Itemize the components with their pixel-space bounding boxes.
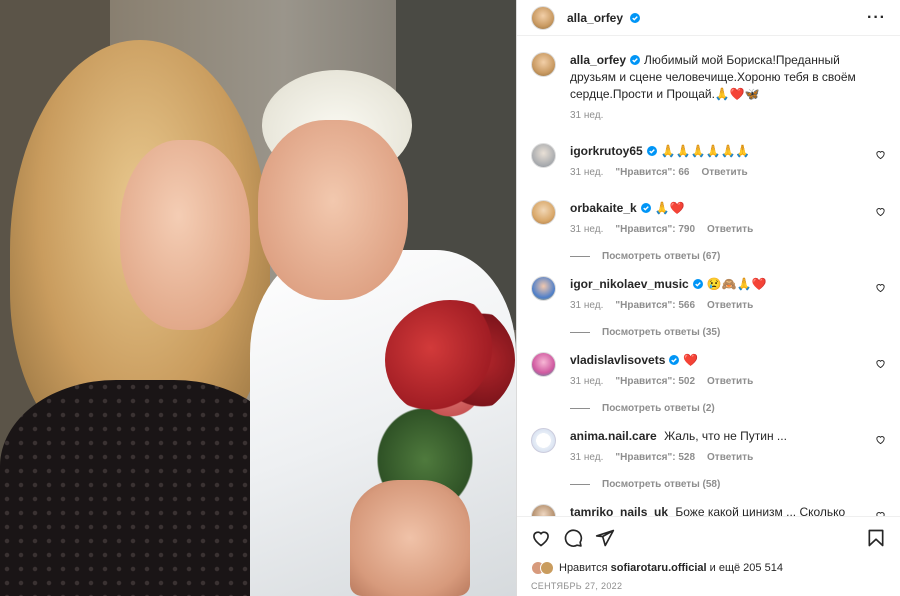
like-comment-heart-icon[interactable] [875, 434, 886, 445]
comment-item: tamriko_nails_uk Боже какой цинизм ... С… [531, 504, 886, 516]
comment-time[interactable]: 31 нед. [570, 452, 603, 463]
comment-text: 🙏❤️ [654, 201, 685, 215]
comment-item: anima.nail.care Жаль, что не Путин ... 3… [531, 428, 886, 463]
hand [350, 480, 470, 596]
comment-text: ❤️ [683, 353, 699, 367]
view-replies-label: Посмотреть ответы (67) [602, 251, 721, 262]
man-face [258, 120, 408, 300]
comment-text: Боже какой цинизм ... Сколько [675, 505, 846, 516]
comment-item: orbakaite_k 🙏❤️ 31 нед. "Нравится": 790 Отв… [531, 200, 886, 235]
avatar[interactable] [531, 143, 556, 168]
view-replies-button[interactable]: Посмотреть ответы (58) [570, 479, 886, 490]
comment-username[interactable]: vladislavlisovets [570, 353, 665, 367]
reply-button[interactable]: Ответить [707, 376, 753, 387]
verified-badge-icon [640, 203, 651, 213]
divider [570, 332, 590, 333]
comment-time[interactable]: 31 нед. [570, 167, 603, 178]
caption-username[interactable]: alla_orfey [570, 53, 626, 67]
action-bar [531, 525, 886, 551]
comment-username[interactable]: orbakaite_k [570, 201, 637, 215]
post-date[interactable]: СЕНТЯБРЬ 27, 2022 [531, 581, 886, 591]
comment-item: vladislavlisovets ❤️ 31 нед. "Нравится": 5… [531, 352, 886, 387]
comment-username[interactable]: anima.nail.care [570, 429, 657, 443]
comment-likes[interactable]: "Нравится": 790 [615, 224, 695, 235]
likes-text: Нравится sofiarotaru.official и ещё 205 … [559, 562, 783, 574]
verified-badge-icon [630, 55, 641, 65]
comment-item: igor_nikolaev_music 😢🙈🙏❤️ 31 нед. "Нравитс… [531, 276, 886, 311]
divider [570, 408, 590, 409]
rose-bouquet [385, 300, 515, 420]
reply-button[interactable]: Ответить [707, 452, 753, 463]
like-comment-heart-icon[interactable] [875, 282, 886, 293]
view-replies-button[interactable]: Посмотреть ответы (67) [570, 251, 886, 262]
avatar [540, 561, 554, 575]
like-comment-heart-icon[interactable] [875, 510, 886, 516]
caption: alla_orfey Любимый мой Бориска!Преданный … [531, 52, 886, 121]
comment-likes[interactable]: "Нравится": 566 [615, 300, 695, 311]
share-paper-plane-icon[interactable] [595, 528, 615, 548]
more-options-icon[interactable]: ··· [867, 9, 886, 27]
post-header: alla_orfey ··· [517, 0, 900, 36]
like-comment-heart-icon[interactable] [875, 358, 886, 369]
likes-prefix: Нравится [559, 562, 608, 574]
comment-item: igorkrutoy65 🙏🙏🙏🙏🙏🙏 31 нед. "Нравится": 66… [531, 143, 886, 178]
comment-time[interactable]: 31 нед. [570, 224, 603, 235]
save-bookmark-icon[interactable] [866, 528, 886, 548]
verified-badge-icon [630, 12, 641, 23]
avatar[interactable] [531, 504, 556, 516]
header-username-wrap: alla_orfey [567, 11, 641, 25]
divider [570, 256, 590, 257]
comment-username[interactable]: igor_nikolaev_music [570, 277, 689, 291]
post-actions-footer: Нравится sofiarotaru.official и ещё 205 … [517, 516, 900, 596]
avatar[interactable] [531, 352, 556, 377]
view-replies-label: Посмотреть ответы (35) [602, 327, 721, 338]
caption-time[interactable]: 31 нед. [570, 110, 603, 121]
verified-badge-icon [692, 279, 703, 289]
avatar[interactable] [531, 52, 556, 77]
comment-username[interactable]: igorkrutoy65 [570, 144, 643, 158]
view-replies-label: Посмотреть ответы (58) [602, 479, 721, 490]
likes-summary[interactable]: Нравится sofiarotaru.official и ещё 205 … [531, 561, 886, 575]
comment-time[interactable]: 31 нед. [570, 376, 603, 387]
comment-username[interactable]: tamriko_nails_uk [570, 505, 668, 516]
like-comment-heart-icon[interactable] [875, 149, 886, 160]
likes-suffix[interactable]: и ещё 205 514 [710, 562, 783, 574]
header-username[interactable]: alla_orfey [567, 11, 623, 25]
verified-badge-icon [646, 146, 657, 156]
reply-button[interactable]: Ответить [707, 300, 753, 311]
comment-time[interactable]: 31 нед. [570, 300, 603, 311]
comment-text: 😢🙈🙏❤️ [706, 277, 767, 291]
comment-text: Жаль, что не Путин ... [664, 429, 787, 443]
avatar[interactable] [531, 5, 555, 30]
like-heart-icon[interactable] [531, 528, 551, 548]
like-comment-heart-icon[interactable] [875, 206, 886, 217]
reply-button[interactable]: Ответить [701, 167, 747, 178]
view-replies-button[interactable]: Посмотреть ответы (2) [570, 403, 886, 414]
view-replies-button[interactable]: Посмотреть ответы (35) [570, 327, 886, 338]
comment-text: 🙏🙏🙏🙏🙏🙏 [660, 144, 751, 158]
comment-likes[interactable]: "Нравится": 502 [615, 376, 695, 387]
divider [570, 484, 590, 485]
reply-button[interactable]: Ответить [707, 224, 753, 235]
view-replies-label: Посмотреть ответы (2) [602, 403, 715, 414]
comment-bubble-icon[interactable] [563, 528, 583, 548]
post-sidebar: alla_orfey ··· alla_orfey Любимый мой Бор… [516, 0, 900, 596]
avatar[interactable] [531, 428, 556, 453]
comment-likes[interactable]: "Нравится": 66 [615, 167, 689, 178]
instagram-post-view: alla_orfey ··· alla_orfey Любимый мой Бор… [0, 0, 900, 596]
verified-badge-icon [669, 355, 680, 365]
likes-user[interactable]: sofiarotaru.official [611, 562, 707, 574]
avatar[interactable] [531, 200, 556, 225]
woman-face [120, 140, 250, 330]
woman-dress [0, 380, 290, 596]
post-photo[interactable] [0, 0, 516, 596]
avatar[interactable] [531, 276, 556, 301]
comments-list: alla_orfey Любимый мой Бориска!Преданный … [517, 36, 900, 516]
comment-likes[interactable]: "Нравится": 528 [615, 452, 695, 463]
